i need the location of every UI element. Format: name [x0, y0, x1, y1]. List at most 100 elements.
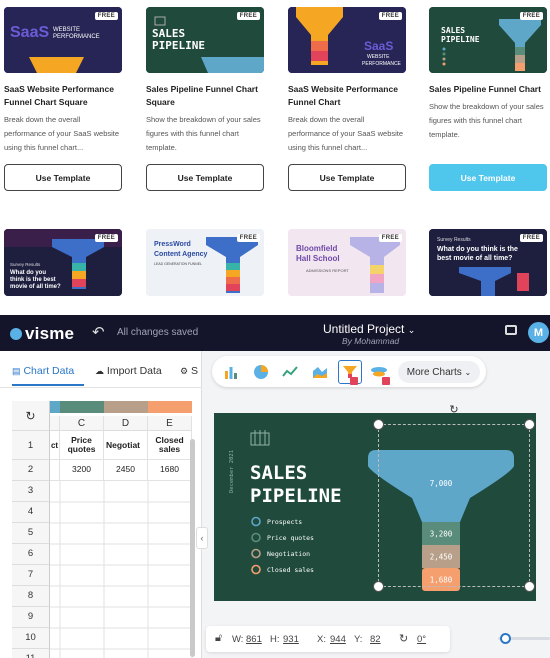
use-template-button[interactable]: Use Template	[288, 164, 406, 191]
free-badge: FREE	[94, 12, 118, 20]
free-badge: FREE	[519, 12, 543, 20]
table-cell[interactable]	[50, 460, 60, 481]
column-header[interactable]	[50, 416, 60, 431]
properties-bar: 🔓︎ W: 861 H: 931 X: 944 Y: 82 ↻ 0°	[206, 626, 450, 652]
use-template-button[interactable]: Use Template	[4, 164, 122, 191]
comments-icon[interactable]	[505, 325, 517, 335]
undo-icon[interactable]: ↶	[92, 323, 105, 341]
table-cell[interactable]: 1680	[148, 460, 192, 481]
tab-chart-data[interactable]: ▤ Chart Data	[12, 365, 74, 377]
project-title[interactable]: Untitled Project ⌄	[323, 322, 415, 336]
template-title[interactable]: SaaS Website Performance Funnel Chart Sq…	[4, 83, 122, 109]
pie-chart-icon[interactable]	[252, 363, 269, 380]
area-chart-icon[interactable]	[311, 363, 328, 380]
collapse-panel-button[interactable]: ‹	[196, 527, 208, 549]
template-thumbnail[interactable]: SaaS WEBSITE PERFORMANCE FREE	[288, 7, 406, 73]
bar-chart-icon[interactable]	[222, 363, 239, 380]
row-number[interactable]: 5	[12, 523, 50, 544]
template-thumbnail[interactable]: SaaS WEBSITE PERFORMANCE FREE	[4, 7, 122, 73]
row-number[interactable]: 1	[12, 431, 50, 460]
rotate-icon: ↻	[399, 633, 409, 645]
row-number[interactable]: 3	[12, 481, 50, 502]
column-header[interactable]: D	[104, 416, 148, 431]
template-thumbnail[interactable]: Survey Results What do you think is the …	[4, 229, 122, 296]
free-badge: FREE	[94, 234, 118, 242]
lock-icon[interactable]: 🔓︎	[215, 632, 222, 645]
tab-settings[interactable]: ⚙ S	[180, 365, 198, 377]
y-value[interactable]: 82	[370, 634, 381, 645]
template-thumbnail[interactable]: SALES PIPELINE FREE	[146, 7, 264, 73]
visme-logo[interactable]: visme	[10, 324, 74, 344]
premium-badge-icon	[382, 377, 390, 385]
chart-title-line-2: PIPELINE	[250, 485, 342, 507]
free-badge: FREE	[378, 12, 402, 20]
table-cell[interactable]: 2450	[104, 460, 148, 481]
template-card-3[interactable]: SaaS WEBSITE PERFORMANCE FREE SaaS Websi…	[288, 7, 406, 155]
refresh-icon[interactable]: ↻	[12, 401, 50, 431]
template-title[interactable]: Sales Pipeline Funnel Chart	[429, 83, 547, 96]
svg-text:What do you: What do you	[10, 270, 46, 276]
chevron-down-icon: ⌄	[464, 367, 472, 377]
zoom-slider-handle[interactable]	[500, 633, 511, 644]
table-cell[interactable]: Closed sales	[148, 431, 192, 460]
row-number[interactable]: 7	[12, 565, 50, 586]
resize-handle[interactable]	[524, 419, 535, 430]
column-header[interactable]: E	[148, 416, 192, 431]
template-thumbnail[interactable]: PressWord Content Agency LEAD GENERATION…	[146, 229, 264, 296]
row-number[interactable]: 6	[12, 544, 50, 565]
row-number[interactable]: 4	[12, 502, 50, 523]
table-cell[interactable]: Price quotes	[60, 431, 104, 460]
rotate-handle-icon[interactable]: ↻	[448, 404, 460, 416]
x-value[interactable]: 944	[330, 634, 346, 645]
resize-handle[interactable]	[373, 581, 384, 592]
column-color-bar	[50, 401, 60, 413]
column-color-bar	[104, 401, 148, 413]
active-tab-indicator	[12, 384, 84, 386]
row-number[interactable]: 9	[12, 607, 50, 628]
template-card-1[interactable]: SaaS WEBSITE PERFORMANCE FREE SaaS Websi…	[4, 7, 122, 155]
chart-vertical-label: December 2021	[229, 450, 235, 493]
row-number[interactable]: 10	[12, 628, 50, 649]
resize-handle[interactable]	[524, 581, 535, 592]
table-cell[interactable]: 3200	[60, 460, 104, 481]
scrollbar[interactable]	[190, 439, 195, 657]
thumb-text: WEBSITE	[367, 54, 390, 60]
template-title[interactable]: SaaS Website Performance Funnel Chart	[288, 83, 406, 109]
avatar[interactable]: M	[528, 322, 549, 343]
tab-import-data[interactable]: ☁ Import Data	[95, 365, 162, 377]
thumb-text: ADMISSIONS REPORT	[306, 268, 349, 273]
column-header[interactable]: C	[60, 416, 104, 431]
visme-editor: visme ↶ All changes saved Untitled Proje…	[0, 315, 550, 658]
svg-text:What do you think is the: What do you think is the	[437, 246, 518, 253]
chevron-down-icon[interactable]: ⌄	[408, 325, 416, 335]
thumb-text: WEBSITE	[53, 27, 80, 33]
template-thumbnail[interactable]: Bloomfield Hall School ADMISSIONS REPORT…	[288, 229, 406, 296]
legend-label: Prospects	[267, 518, 302, 526]
template-title[interactable]: Sales Pipeline Funnel Chart Square	[146, 83, 264, 109]
table-cell[interactable]: Negotiat	[104, 431, 148, 460]
height-label: H:	[270, 634, 280, 645]
spreadsheet[interactable]: ↻ C D E 1 ct Price quotes Negotiat Close…	[12, 401, 197, 658]
thumb-text: SaaS	[364, 39, 393, 53]
column-color-bar	[148, 401, 192, 413]
resize-handle[interactable]	[373, 419, 384, 430]
logo-text: visme	[25, 324, 75, 343]
line-chart-icon[interactable]	[281, 363, 298, 380]
row-number[interactable]: 2	[12, 460, 50, 481]
svg-text:movie of all time?: movie of all time?	[10, 284, 61, 290]
use-template-button[interactable]: Use Template	[146, 164, 264, 191]
template-card-2[interactable]: SALES PIPELINE FREE Sales Pipeline Funne…	[146, 7, 264, 155]
more-charts-dropdown[interactable]: More Charts ⌄	[398, 361, 480, 383]
template-thumbnail[interactable]: SALES PIPELINE FREE	[429, 7, 547, 73]
table-cell[interactable]: ct	[50, 431, 60, 460]
y-label: Y:	[354, 634, 363, 645]
template-card-4[interactable]: SALES PIPELINE FREE Sales Pipeline Funne…	[429, 7, 547, 142]
row-number[interactable]: 11	[12, 649, 50, 658]
row-number[interactable]: 8	[12, 586, 50, 607]
template-thumbnail[interactable]: Survey Results What do you think is the …	[429, 229, 547, 296]
legend-label: Negotiation	[267, 550, 310, 558]
rotation-value[interactable]: 0°	[417, 634, 426, 645]
use-template-button[interactable]: Use Template	[429, 164, 547, 191]
height-value[interactable]: 931	[283, 634, 299, 645]
width-value[interactable]: 861	[246, 634, 262, 645]
